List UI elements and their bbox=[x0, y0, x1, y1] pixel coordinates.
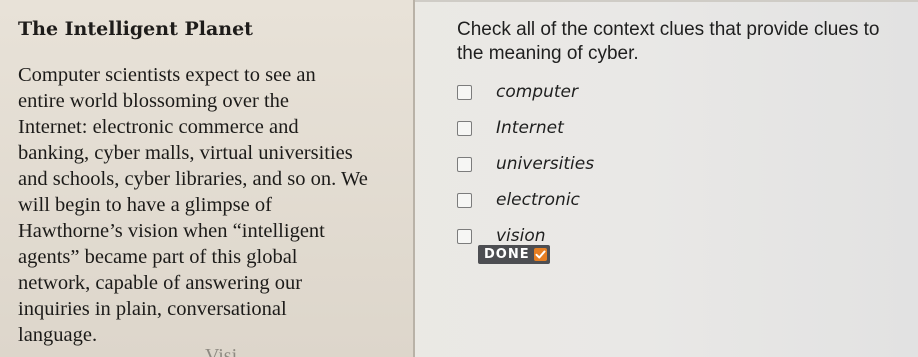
answer-options: computer Internet universities electroni… bbox=[457, 74, 594, 254]
prompt-line: Check all of the context clues that prov… bbox=[457, 19, 880, 40]
checkmark-icon bbox=[533, 248, 547, 261]
option-computer[interactable]: computer bbox=[457, 74, 594, 110]
passage-line: will begin to have a glimpse of bbox=[18, 194, 272, 216]
passage-line: Internet: electronic commerce and bbox=[18, 116, 299, 138]
passage-line: and schools, cyber libraries, and so on.… bbox=[18, 168, 368, 190]
checkbox[interactable] bbox=[457, 120, 472, 136]
passage-text: Computer scientists expect to see an ent… bbox=[18, 62, 413, 348]
option-internet[interactable]: Internet bbox=[457, 110, 594, 146]
checkbox[interactable] bbox=[457, 156, 472, 172]
option-electronic[interactable]: electronic bbox=[457, 182, 594, 218]
passage-panel: The Intelligent Planet Computer scientis… bbox=[0, 0, 415, 357]
passage-line: banking, cyber malls, virtual universiti… bbox=[18, 142, 353, 164]
option-label: vision bbox=[496, 226, 546, 246]
panel-divider bbox=[415, 0, 918, 2]
option-label: computer bbox=[496, 82, 578, 102]
option-label: electronic bbox=[496, 190, 580, 210]
done-button[interactable]: DONE bbox=[478, 245, 550, 264]
passage-line: network, capable of answering our bbox=[18, 272, 303, 294]
checkbox[interactable] bbox=[457, 228, 472, 244]
question-panel: Check all of the context clues that prov… bbox=[415, 0, 918, 357]
option-label: Internet bbox=[496, 118, 564, 138]
passage-line: agents” became part of this global bbox=[18, 246, 298, 268]
question-prompt: Check all of the context clues that prov… bbox=[457, 18, 879, 66]
checkbox[interactable] bbox=[457, 84, 472, 100]
passage-line: inquiries in plain, conversational bbox=[18, 298, 287, 320]
passage-line: Hawthorne’s vision when “intelligent bbox=[18, 220, 325, 242]
prompt-line: the meaning of cyber. bbox=[457, 43, 639, 64]
option-label: universities bbox=[496, 154, 595, 174]
passage-line: Computer scientists expect to see an bbox=[18, 64, 316, 86]
passage-title: The Intelligent Planet bbox=[18, 18, 253, 40]
done-label: DONE bbox=[484, 247, 530, 262]
passage-line: entire world blossoming over the bbox=[18, 90, 290, 112]
option-universities[interactable]: universities bbox=[457, 146, 594, 182]
screen: The Intelligent Planet Computer scientis… bbox=[0, 0, 918, 357]
passage-cutoff-text: Visi bbox=[205, 345, 238, 357]
checkbox[interactable] bbox=[457, 192, 472, 208]
